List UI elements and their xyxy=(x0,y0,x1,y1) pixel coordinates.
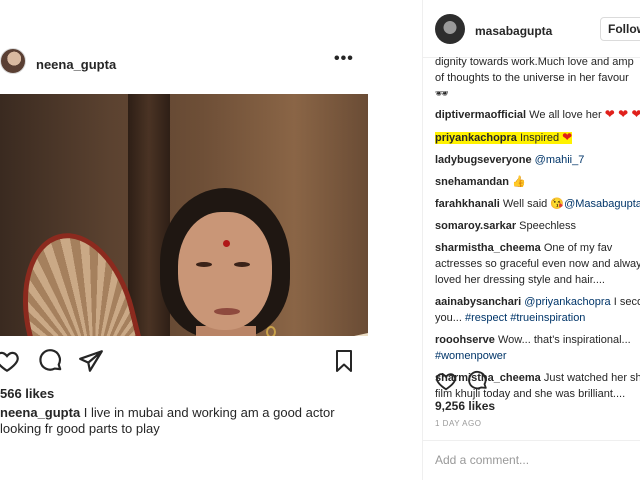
post-photo[interactable] xyxy=(0,94,368,336)
comment-item: priyankachopra Inspired ❤ xyxy=(435,129,640,146)
avatar[interactable] xyxy=(435,14,465,44)
right-post-panel: masabagupta Follow dignity towards work.… xyxy=(422,0,640,480)
follow-button[interactable]: Follow xyxy=(600,17,640,41)
caption-continued: dignity towards work.Much love and amp o… xyxy=(435,54,640,102)
post-caption: neena_gupta I live in mubai and working … xyxy=(0,405,360,437)
hashtag-link[interactable]: #respect #trueinspiration xyxy=(465,312,585,324)
mention-link[interactable]: @mahii_7 xyxy=(535,154,585,166)
heart-emoji-icon: ❤ xyxy=(562,130,573,144)
panel-actions xyxy=(435,370,635,394)
sunglasses-emoji-icon: 🕶 xyxy=(435,88,449,100)
post-header: neena_gupta ••• xyxy=(0,46,372,84)
caption-username[interactable]: neena_gupta xyxy=(0,405,80,420)
likes-count[interactable]: 9,256 likes xyxy=(435,399,495,413)
mention-link[interactable]: @priyankachopra xyxy=(524,296,610,308)
thumbs-up-emoji-icon: 👍 xyxy=(512,176,526,188)
likes-count[interactable]: 566 likes xyxy=(0,386,54,401)
post-actions xyxy=(0,348,368,374)
hashtag-link[interactable]: #womenpower xyxy=(435,348,640,364)
left-post: neena_gupta ••• 566 likes neena_gupta I … xyxy=(0,0,372,480)
comment-icon[interactable] xyxy=(467,370,489,392)
kiss-emoji-icon: 😘 xyxy=(550,198,565,210)
comment-item: somaroy.sarkar Speechless xyxy=(435,220,577,232)
comment-item: sharmistha_cheema One of my fav actresse… xyxy=(435,242,640,286)
panel-username[interactable]: masabagupta xyxy=(475,24,552,38)
panel-header: masabagupta Follow xyxy=(423,0,640,58)
post-username[interactable]: neena_gupta xyxy=(36,57,116,72)
comment-item: ladybugseveryone @mahii_7 xyxy=(435,154,585,166)
bookmark-icon[interactable] xyxy=(332,348,358,374)
heart-emoji-icon: ❤ ❤ ❤ xyxy=(604,107,640,121)
comment-icon[interactable] xyxy=(38,348,64,374)
highlighted-comment: priyankachopra Inspired ❤ xyxy=(435,130,573,144)
like-heart-icon[interactable] xyxy=(435,370,457,392)
comment-item: snehamandan 👍 xyxy=(435,176,526,188)
comment-item: aainabysanchari @priyankachopra I secor … xyxy=(435,296,640,324)
comment-item: farahkhanali Well said 😘@Masabagupta xyxy=(435,198,640,210)
share-icon[interactable] xyxy=(78,348,104,374)
add-comment-bar xyxy=(423,440,640,480)
like-heart-icon[interactable] xyxy=(0,348,20,374)
more-options-icon[interactable]: ••• xyxy=(334,51,354,68)
comments-list: dignity towards work.Much love and amp o… xyxy=(435,54,640,408)
comment-item: rooohserve Wow... that's inspirational..… xyxy=(435,332,640,364)
add-comment-input[interactable] xyxy=(435,451,625,469)
comment-item: diptivermaofficial We all love her ❤ ❤ ❤ xyxy=(435,107,640,121)
mention-link[interactable]: @Masabagupta xyxy=(564,198,640,210)
avatar[interactable] xyxy=(0,48,26,74)
post-timestamp[interactable]: 1 DAY AGO xyxy=(435,419,481,428)
